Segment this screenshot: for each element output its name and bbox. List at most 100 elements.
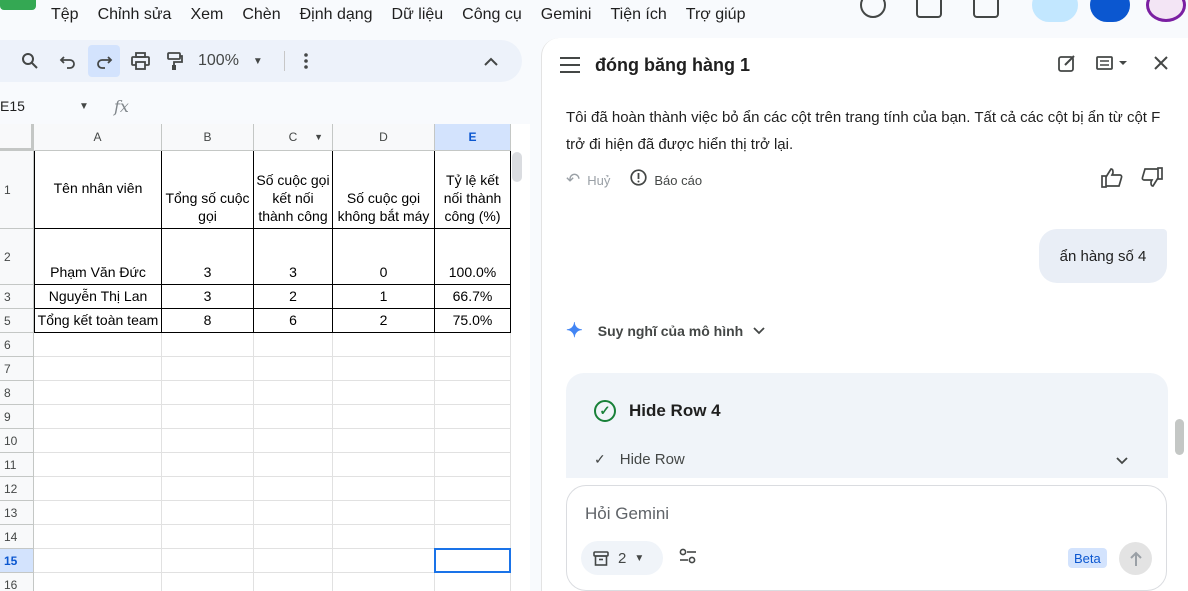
close-icon[interactable] <box>1153 54 1169 77</box>
row-header[interactable]: 2 <box>0 229 34 285</box>
cell[interactable] <box>254 477 333 501</box>
cell[interactable] <box>333 429 435 453</box>
cell[interactable] <box>34 477 162 501</box>
row-header[interactable]: 13 <box>0 501 34 525</box>
cell[interactable] <box>162 501 254 525</box>
data-cell[interactable]: 75.0% <box>435 309 511 333</box>
column-header-e[interactable]: E <box>435 124 511 151</box>
row-header[interactable]: 11 <box>0 453 34 477</box>
cell[interactable] <box>254 429 333 453</box>
tune-icon[interactable] <box>679 548 697 569</box>
column-header-d[interactable]: D <box>333 124 435 151</box>
menu-view[interactable]: Xem <box>190 6 223 24</box>
cell[interactable] <box>34 405 162 429</box>
cell[interactable] <box>435 333 511 357</box>
spreadsheet-grid[interactable]: A B C ▼ D E 1 Tên nhân viên Tổng số cuộc gọi Số c… <box>0 124 530 591</box>
thumb-up-icon[interactable] <box>1101 167 1123 194</box>
thumb-down-icon[interactable] <box>1141 167 1163 194</box>
cell[interactable] <box>333 477 435 501</box>
cell[interactable] <box>254 525 333 549</box>
row-header[interactable]: 14 <box>0 525 34 549</box>
cell[interactable] <box>333 333 435 357</box>
cell[interactable] <box>34 525 162 549</box>
tool-step[interactable]: ✓ Hide Row <box>594 451 685 468</box>
row-header[interactable]: 9 <box>0 405 34 429</box>
cell[interactable] <box>254 549 333 573</box>
cell[interactable] <box>34 501 162 525</box>
cell[interactable] <box>162 333 254 357</box>
cell[interactable] <box>162 381 254 405</box>
data-cell[interactable]: 2 <box>254 285 333 309</box>
cell[interactable] <box>254 573 333 591</box>
row-header[interactable]: 6 <box>0 333 34 357</box>
menu-data[interactable]: Dữ liệu <box>392 6 444 24</box>
menu-help[interactable]: Trợ giúp <box>686 6 746 24</box>
cell[interactable] <box>435 381 511 405</box>
cell[interactable] <box>435 525 511 549</box>
hamburger-icon[interactable] <box>560 57 580 73</box>
more-button[interactable] <box>292 45 320 77</box>
chevron-down-icon[interactable] <box>1116 453 1128 468</box>
data-cell[interactable]: 0 <box>333 229 435 285</box>
cell[interactable] <box>435 477 511 501</box>
undo-button[interactable] <box>52 45 84 77</box>
cell[interactable] <box>34 381 162 405</box>
cell[interactable] <box>435 429 511 453</box>
cell[interactable] <box>34 357 162 381</box>
column-header-c[interactable]: C ▼ <box>254 124 333 151</box>
cell[interactable] <box>34 573 162 591</box>
menu-edit[interactable]: Chỉnh sửa <box>98 6 172 24</box>
cell[interactable] <box>162 549 254 573</box>
menu-file[interactable]: Tệp <box>51 6 79 24</box>
cell[interactable] <box>435 453 511 477</box>
cell[interactable] <box>333 573 435 591</box>
row-header[interactable]: 3 <box>0 285 34 309</box>
menu-tools[interactable]: Công cụ <box>462 6 522 24</box>
gemini-input[interactable]: Hỏi Gemini 2 ▼ Beta <box>566 485 1167 591</box>
row-header[interactable]: 8 <box>0 381 34 405</box>
data-cell[interactable]: Nguyễn Thị Lan <box>34 285 162 309</box>
cell[interactable] <box>34 453 162 477</box>
cell[interactable] <box>254 405 333 429</box>
cell[interactable] <box>34 429 162 453</box>
menu-extensions[interactable]: Tiện ích <box>610 6 666 24</box>
cell[interactable] <box>435 501 511 525</box>
grid-scrollbar-thumb[interactable] <box>512 152 522 182</box>
share-button[interactable] <box>1032 0 1078 22</box>
row-header[interactable]: 12 <box>0 477 34 501</box>
cell[interactable] <box>435 357 511 381</box>
panel-scrollbar-thumb[interactable] <box>1175 419 1184 455</box>
header-cell[interactable]: Tổng số cuộc gọi <box>162 151 254 229</box>
send-button[interactable] <box>1119 542 1152 575</box>
zoom-select[interactable]: 100% ▼ <box>198 45 263 77</box>
data-cell[interactable]: 6 <box>254 309 333 333</box>
menu-insert[interactable]: Chèn <box>242 6 280 24</box>
cell[interactable] <box>254 381 333 405</box>
row-header[interactable]: 1 <box>0 151 34 229</box>
sources-chip[interactable]: 2 ▼ <box>581 541 663 575</box>
header-cell[interactable]: Tỷ lệ kết nối thành công (%) <box>435 151 511 229</box>
model-thinking-toggle[interactable]: ✦ Suy nghĩ của mô hình <box>566 318 765 343</box>
cell[interactable] <box>34 549 162 573</box>
view-mode-icon[interactable] <box>1096 54 1130 77</box>
caret-down-icon[interactable]: ▼ <box>79 101 89 112</box>
menu-format[interactable]: Định dạng <box>300 6 373 24</box>
cell[interactable] <box>333 381 435 405</box>
paint-format-button[interactable] <box>159 45 191 77</box>
header-cell[interactable]: Tên nhân viên <box>34 151 162 229</box>
cell[interactable] <box>254 357 333 381</box>
undo-action-button[interactable]: ↶ Huỷ <box>566 170 610 190</box>
cell[interactable] <box>254 453 333 477</box>
name-box[interactable]: E15 <box>0 98 25 114</box>
row-header[interactable]: 10 <box>0 429 34 453</box>
collapse-toolbar-button[interactable] <box>476 45 506 77</box>
cell[interactable] <box>333 405 435 429</box>
meet-icon[interactable] <box>973 0 999 18</box>
row-header[interactable]: 15 <box>0 549 34 573</box>
history-icon[interactable] <box>860 0 886 18</box>
row-header[interactable]: 5 <box>0 309 34 333</box>
cell[interactable] <box>333 549 435 573</box>
data-cell[interactable]: 2 <box>333 309 435 333</box>
select-all-corner[interactable] <box>0 124 34 151</box>
data-cell[interactable]: 8 <box>162 309 254 333</box>
